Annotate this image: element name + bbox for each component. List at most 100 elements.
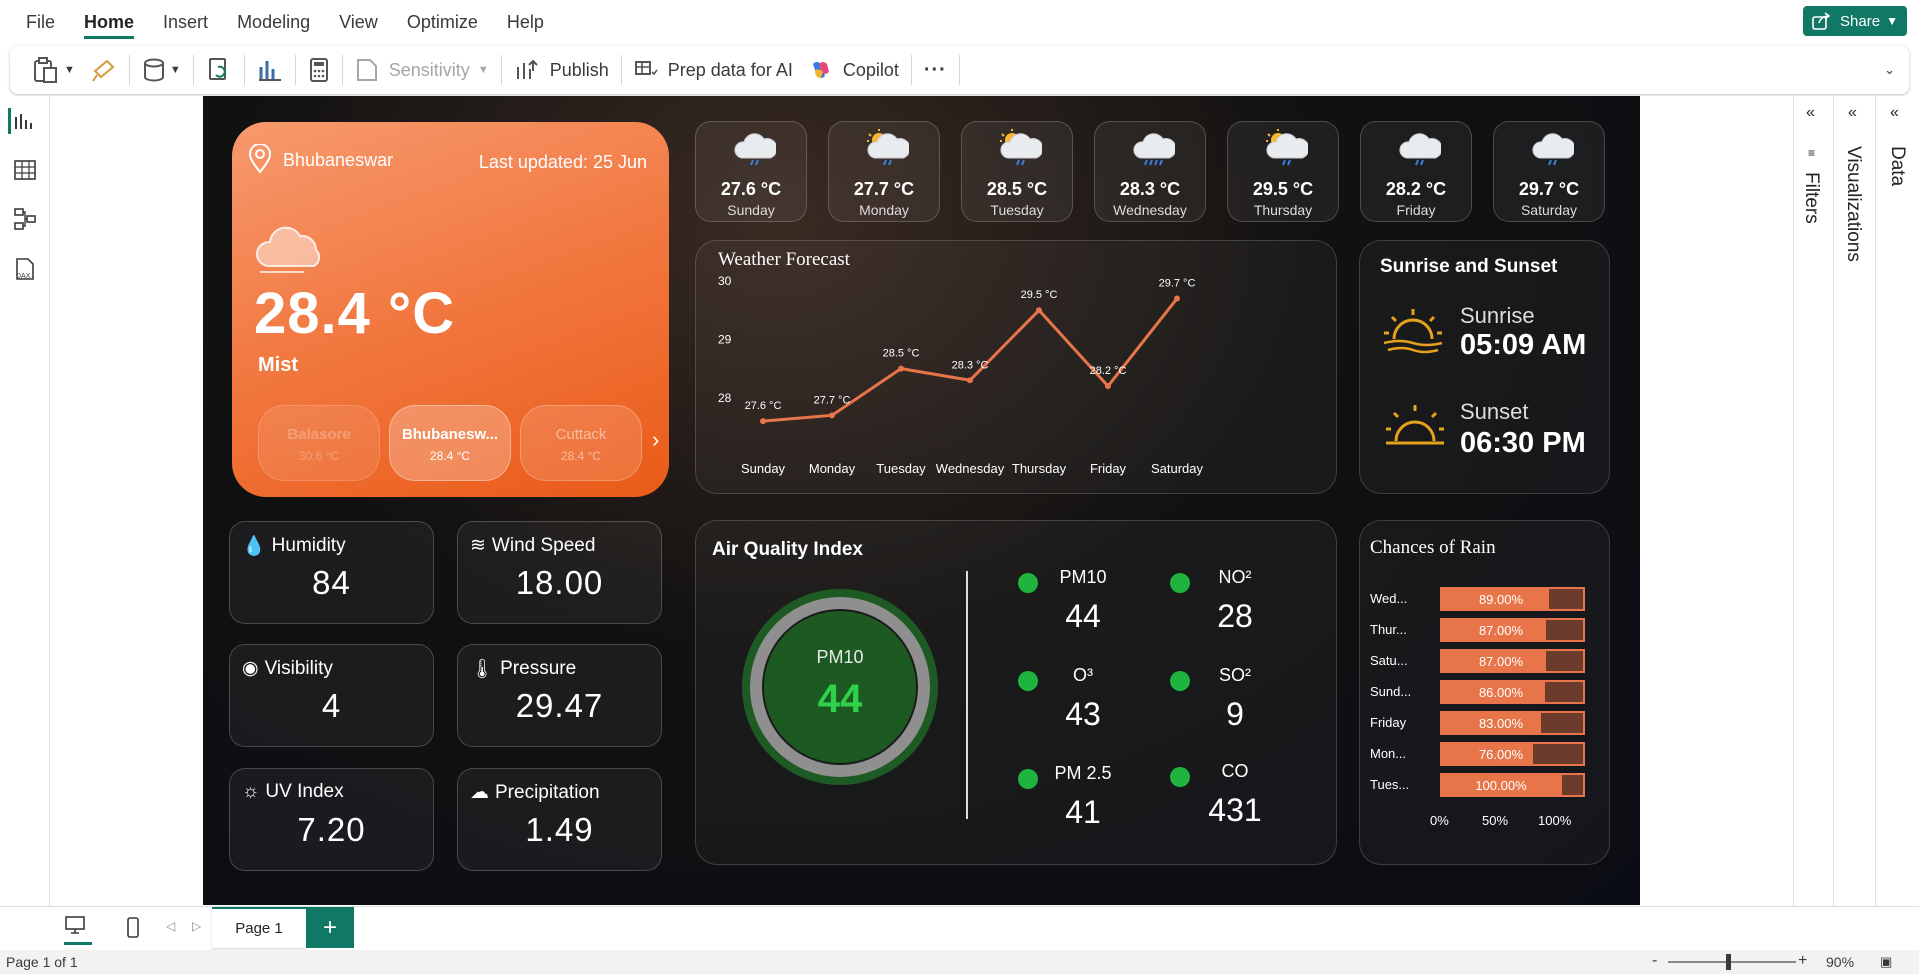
menu-home[interactable]: Home bbox=[84, 12, 135, 39]
refresh-button[interactable] bbox=[198, 50, 240, 90]
zoom-slider[interactable] bbox=[1668, 954, 1796, 970]
rain-bar-row[interactable]: Thur... 87.00% bbox=[1370, 618, 1600, 642]
new-measure-button[interactable] bbox=[300, 50, 338, 90]
menu-view[interactable]: View bbox=[339, 12, 378, 33]
forecast-data-point[interactable] bbox=[1105, 383, 1111, 390]
aqi-gauge-value: 44 bbox=[817, 677, 863, 721]
copilot-icon bbox=[812, 62, 829, 78]
chevrons-left-icon[interactable]: « bbox=[1890, 104, 1899, 122]
forecast-day-card: 29.5 °C Thursday bbox=[1227, 121, 1339, 222]
rain-bar-row[interactable]: Satu... 87.00% bbox=[1370, 649, 1600, 673]
share-button[interactable]: Share ▼ bbox=[1803, 6, 1907, 36]
dax-query-view-button[interactable]: DAX bbox=[12, 256, 38, 282]
chevron-right-icon[interactable]: › bbox=[652, 427, 659, 453]
fit-to-page-icon[interactable]: ▣ bbox=[1880, 954, 1892, 970]
visualizations-label: Visualizations bbox=[1843, 146, 1864, 262]
rain-bar-track: 100.00% bbox=[1440, 773, 1585, 797]
forecast-data-point[interactable] bbox=[1036, 307, 1042, 314]
city-chip-bhubaneswar[interactable]: Bhubanesw... 28.4 °C bbox=[389, 405, 511, 481]
zoom-in-button[interactable]: + bbox=[1798, 952, 1807, 970]
data-pane[interactable]: « Data bbox=[1875, 96, 1919, 942]
chevron-down-icon: ▼ bbox=[169, 64, 181, 76]
report-view-button[interactable] bbox=[8, 108, 34, 134]
rain-bar-category: Wed... bbox=[1370, 591, 1408, 606]
aqi-item-pm25: PM 2.5 41 bbox=[1018, 763, 1128, 831]
rain-bar-row[interactable]: Mon... 76.00% bbox=[1370, 742, 1600, 766]
forecast-day-temp: 29.5 °C bbox=[1252, 179, 1314, 199]
page-tab-label: Page 1 bbox=[235, 920, 283, 937]
eye-icon: ◉ bbox=[242, 658, 259, 679]
rain-bar-label: 89.00% bbox=[1478, 592, 1524, 607]
get-data-button[interactable]: ▼ bbox=[134, 50, 189, 90]
prep-data-button[interactable]: Prep data for AI bbox=[626, 50, 801, 90]
zoom-slider-thumb[interactable] bbox=[1725, 954, 1731, 970]
paste-button[interactable]: ▼ bbox=[24, 50, 83, 90]
chevron-right-icon[interactable]: ▷ bbox=[192, 919, 201, 933]
menu-optimize[interactable]: Optimize bbox=[407, 12, 478, 33]
sensitivity-button[interactable]: Sensitivity ▼ bbox=[347, 50, 497, 90]
rain-bar-row[interactable]: Wed... 89.00% bbox=[1370, 587, 1600, 611]
forecast-day-card: 28.2 °C Friday bbox=[1360, 121, 1472, 222]
calculator-icon bbox=[309, 58, 328, 82]
forecast-line-plot: 27.6 °C Sunday 27.7 °C Monday 28.5 °C Tuesday… bbox=[718, 274, 1204, 476]
ribbon-divider bbox=[910, 55, 912, 85]
filters-pane[interactable]: « ≡ Filters bbox=[1793, 96, 1833, 942]
menu-file[interactable]: File bbox=[26, 12, 55, 33]
zoom-out-button[interactable]: - bbox=[1652, 952, 1657, 970]
rain-bar-row[interactable]: Friday 83.00% bbox=[1370, 711, 1600, 735]
format-painter-button[interactable] bbox=[83, 50, 125, 90]
ribbon-toolbar: ▼ ▼ Sensitivity ▼ Publish Prep data for … bbox=[10, 46, 1909, 94]
desktop-layout-button[interactable] bbox=[64, 915, 92, 945]
chevrons-left-icon[interactable]: « bbox=[1806, 104, 1815, 122]
sun-rain-cloud-icon bbox=[865, 128, 911, 173]
city-chip-balasore[interactable]: Balasore 30.6 °C bbox=[258, 405, 380, 481]
forecast-data-point[interactable] bbox=[967, 377, 973, 384]
copilot-button[interactable]: Copilot bbox=[801, 50, 907, 90]
forecast-x-tick-label: Tuesday bbox=[876, 461, 926, 476]
city-chip-name: Cuttack bbox=[555, 426, 607, 443]
forecast-day-name: Wednesday bbox=[1113, 202, 1187, 218]
view-switcher-rail: DAX bbox=[0, 96, 50, 942]
collapse-ribbon-button[interactable]: ⌄ bbox=[1876, 50, 1903, 90]
chevron-down-icon: ▼ bbox=[64, 64, 75, 76]
rain-bar-label: 87.00% bbox=[1478, 623, 1524, 638]
more-options-button[interactable]: ··· bbox=[916, 50, 955, 90]
publish-button[interactable]: Publish bbox=[506, 50, 617, 90]
sun-rain-cloud-icon bbox=[998, 128, 1044, 173]
visualizations-pane[interactable]: « Visualizations bbox=[1833, 96, 1875, 942]
forecast-data-point[interactable] bbox=[829, 412, 835, 419]
forecast-x-tick-label: Friday bbox=[1090, 461, 1127, 476]
rain-bar-row[interactable]: Tues... 100.00% bbox=[1370, 773, 1600, 797]
rain-bar-row[interactable]: Sund... 86.00% bbox=[1370, 680, 1600, 704]
tab-page-1[interactable]: Page 1 bbox=[212, 907, 306, 948]
menu-help[interactable]: Help bbox=[507, 12, 544, 33]
add-page-button[interactable]: + bbox=[306, 907, 354, 948]
current-temperature: 28.4 °C bbox=[254, 281, 456, 346]
menu-modeling[interactable]: Modeling bbox=[237, 12, 310, 33]
filter-icon: ≡ bbox=[1808, 146, 1816, 160]
mobile-layout-button[interactable] bbox=[126, 917, 140, 944]
forecast-x-tick-label: Wednesday bbox=[936, 461, 1005, 476]
model-view-button[interactable] bbox=[12, 206, 38, 232]
forecast-data-point[interactable] bbox=[898, 365, 904, 372]
rain-bar-label: 100.00% bbox=[1475, 778, 1527, 793]
wind-speed-value: 18.00 bbox=[515, 564, 604, 601]
city-chip-cuttack[interactable]: Cuttack 28.4 °C bbox=[520, 405, 642, 481]
table-view-button[interactable] bbox=[12, 157, 38, 183]
forecast-data-point[interactable] bbox=[1174, 295, 1180, 302]
uv-index-value: 7.20 bbox=[297, 811, 366, 848]
status-dot bbox=[1170, 767, 1190, 787]
menu-insert[interactable]: Insert bbox=[163, 12, 208, 33]
pressure-value: 29.47 bbox=[515, 687, 604, 724]
status-dot bbox=[1018, 769, 1038, 789]
rain-bar-label: 86.00% bbox=[1478, 685, 1524, 700]
forecast-day-name: Thursday bbox=[1253, 202, 1313, 218]
forecast-data-point[interactable] bbox=[760, 418, 766, 425]
new-visual-button[interactable] bbox=[249, 50, 291, 90]
forecast-day-temp: 27.6 °C bbox=[720, 179, 782, 199]
chevrons-left-icon[interactable]: « bbox=[1848, 104, 1857, 122]
aqi-item-so2: SO² 9 bbox=[1170, 665, 1280, 733]
aqi-item-value: 431 bbox=[1208, 792, 1262, 828]
status-bar: Page 1 of 1 - + 90% ▣ bbox=[0, 950, 1919, 974]
chevron-left-icon[interactable]: ◁ bbox=[166, 919, 175, 933]
